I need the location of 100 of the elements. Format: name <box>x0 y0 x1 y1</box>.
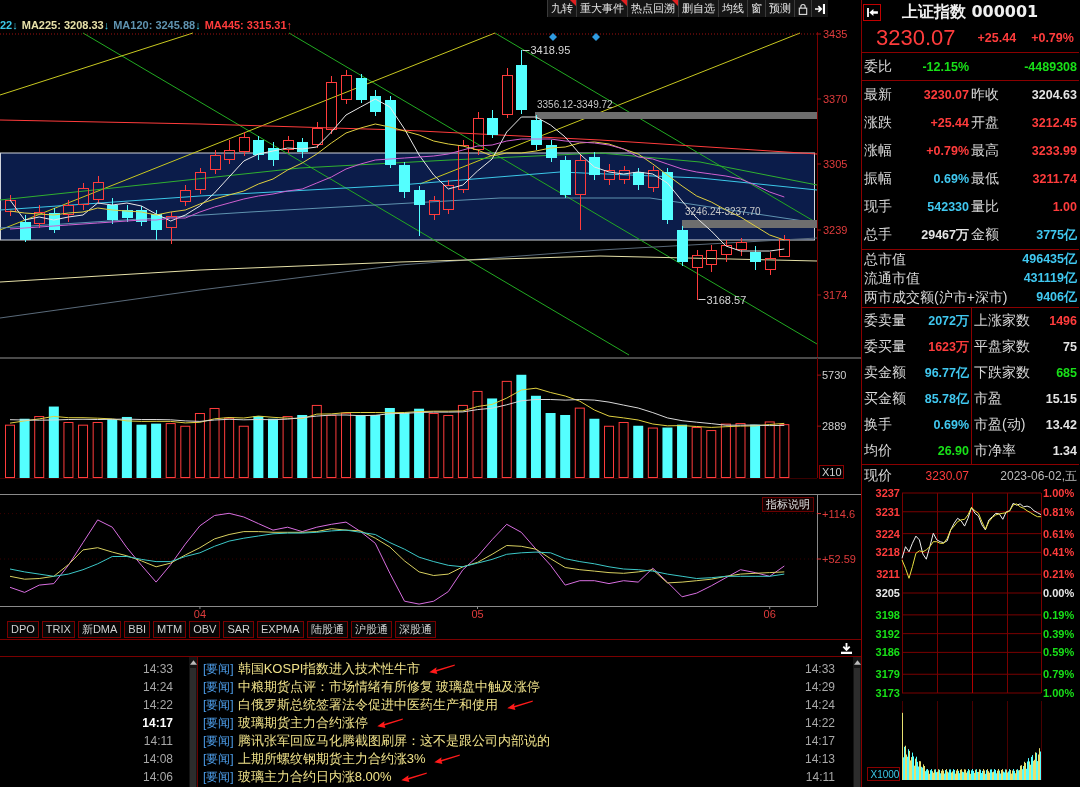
scrollbar[interactable] <box>189 657 197 787</box>
stat-value: 3230.07 <box>923 88 969 102</box>
stat-label: 涨幅 <box>864 142 892 160</box>
stat-value: 3775亿 <box>1036 226 1077 244</box>
scrollbar-thumb[interactable] <box>190 668 196 787</box>
toolbar-button[interactable]: 窗 <box>747 0 765 17</box>
candle <box>297 137 308 159</box>
stat-value: +0.79% <box>926 144 969 158</box>
news-headline[interactable]: 白俄罗斯总统签署法令促进中医药生产和使用 <box>237 696 498 714</box>
candle <box>648 165 659 193</box>
date-axis-label: 06 <box>763 608 776 620</box>
indicator-tab[interactable]: BBI <box>124 621 151 638</box>
indicator-help-button[interactable]: 指标说明 <box>762 497 814 512</box>
stat-label: 均价 <box>864 442 892 460</box>
candle <box>341 69 352 105</box>
stat-value: 0.69% <box>933 172 969 186</box>
intraday-percent-label: 0.59% <box>1043 646 1075 659</box>
stat-value: 3204.63 <box>1031 88 1077 102</box>
indicator-tab[interactable]: DPO <box>7 621 39 638</box>
stat-value: -12.15% <box>922 59 969 74</box>
candle <box>210 149 221 175</box>
news-headline[interactable]: 玻璃主力合约日内涨8.00% <box>237 768 392 786</box>
candle <box>604 163 615 186</box>
news-time: 14:17 <box>804 734 836 748</box>
news-time: 14:22 <box>142 697 173 714</box>
news-headline[interactable]: 上期所螺纹钢期货主力合约涨3% <box>237 750 426 768</box>
candle <box>443 179 454 215</box>
toolbar-button[interactable]: 删自选 <box>678 0 718 17</box>
price-axis-label: 3370 <box>823 93 848 105</box>
intraday-percent-label: 0.21% <box>1043 568 1075 581</box>
toolbar-button[interactable]: 热点回溯 <box>627 0 678 17</box>
lock-button[interactable] <box>794 0 811 17</box>
indicator-axis-label: +52.59 <box>822 553 856 565</box>
stat-value: 26.90 <box>937 444 969 458</box>
indicator-tab[interactable]: 深股通 <box>394 621 436 638</box>
toolbar-button[interactable]: 预测 <box>765 0 794 17</box>
toolbar-button[interactable]: 九转 <box>547 0 576 17</box>
news-time: 14:22 <box>804 716 836 730</box>
stat-label: 平盘家数 <box>974 338 1030 356</box>
news-tag: [要闻] <box>203 660 234 678</box>
news-headline[interactable]: 玻璃期货主力合约涨停 <box>237 714 368 732</box>
indicator-tab[interactable]: EXPMA <box>257 621 304 638</box>
trend-arrow: ↓ <box>103 19 110 31</box>
index-title: 上证指数 000001 <box>900 1 1040 23</box>
stat-value: +25.44 <box>930 116 969 130</box>
back-button[interactable] <box>863 3 881 21</box>
candle <box>224 139 235 165</box>
indicator-tab[interactable]: OBV <box>189 621 221 638</box>
price-extreme-label: 3418.95 <box>530 44 571 56</box>
candle <box>326 75 337 135</box>
indicator-tab[interactable]: 沪股通 <box>350 621 392 638</box>
candle <box>750 245 761 271</box>
news-headline[interactable]: 韩国KOSPI指数进入技术性牛市 <box>237 660 421 678</box>
scrollbar[interactable] <box>853 657 861 787</box>
moving-average-value: MA445: 3315.31 <box>204 19 287 31</box>
trend-arrow: ↓ <box>12 19 18 31</box>
scrollbar-thumb[interactable] <box>854 668 860 787</box>
scroll-up-icon[interactable] <box>189 660 197 665</box>
date-axis-label: 04 <box>193 608 207 620</box>
indicator-tab[interactable]: 陆股通 <box>306 621 348 638</box>
candle <box>195 167 206 195</box>
candle <box>589 151 600 181</box>
stat-label: 现手 <box>864 198 892 216</box>
stat-label: 市盈(动) <box>974 416 1026 434</box>
intraday-price-label: 3186 <box>875 646 900 659</box>
news-time: 14:11 <box>805 770 836 784</box>
candle <box>93 175 104 204</box>
current-price: 3230.07 <box>876 25 956 51</box>
stat-label: 委比 <box>864 57 892 76</box>
candle <box>692 249 703 301</box>
volume-axis-label: 2889 <box>822 420 847 433</box>
news-tag: [要闻] <box>203 678 234 696</box>
candle <box>151 209 162 241</box>
candle <box>560 155 571 199</box>
indicator-tab[interactable]: SAR <box>223 621 254 638</box>
stat-label: 总市值 <box>864 250 906 269</box>
scroll-up-icon[interactable] <box>853 660 861 665</box>
download-icon[interactable] <box>841 642 852 654</box>
toolbar-button[interactable]: 均线 <box>718 0 747 17</box>
news-time: 14:08 <box>142 751 173 768</box>
intraday-price-label: 3179 <box>875 668 900 681</box>
indicator-tab[interactable]: 新DMA <box>77 621 122 638</box>
leader-line <box>698 299 706 300</box>
news-time: 14:24 <box>142 679 173 696</box>
indicator-tab[interactable]: MTM <box>153 621 187 638</box>
volume-scale-label: X1000 <box>867 767 900 781</box>
diamond-marker-icon <box>549 33 557 41</box>
trade-date: 2023-06-02,五 <box>1000 467 1077 485</box>
candle <box>49 207 60 234</box>
news-headline[interactable]: 腾讯张军回应马化腾截图刷屏：这不是跟公司内部说的 <box>237 732 550 750</box>
news-headline[interactable]: 中粮期货点评：市场情绪有所修复 玻璃盘中触及涨停 <box>237 678 541 696</box>
stat-value: 0.69% <box>933 418 969 432</box>
stat-label: 量比 <box>971 198 999 216</box>
exit-button[interactable] <box>811 0 828 17</box>
indicator-tab[interactable]: TRIX <box>41 621 75 638</box>
news-time: 14:13 <box>804 752 836 766</box>
percent-change: +0.79% <box>1031 31 1074 45</box>
toolbar-button[interactable]: 重大事件 <box>576 0 627 17</box>
stat-label: 最低 <box>971 170 999 188</box>
candle <box>107 197 118 225</box>
